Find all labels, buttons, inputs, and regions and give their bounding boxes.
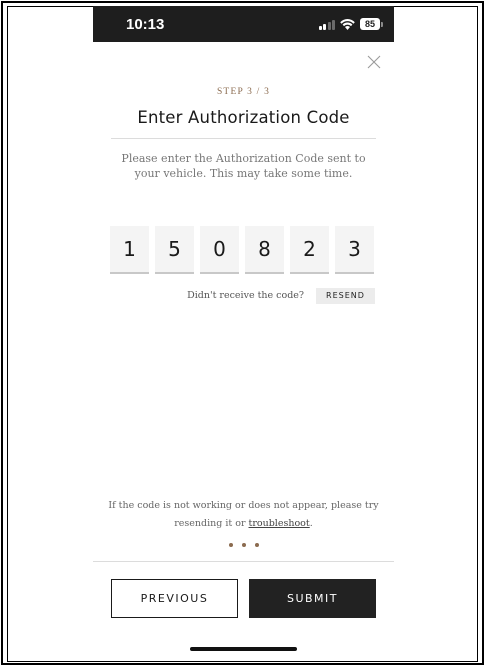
step-indicator: STEP 3 / 3: [216, 87, 271, 97]
status-bar: 10:13 85: [93, 6, 394, 42]
signal-icon: [318, 19, 335, 30]
code-digit-4[interactable]: 8: [245, 226, 284, 274]
battery-icon: 85: [360, 18, 383, 30]
code-digit-1[interactable]: 1: [110, 226, 149, 274]
code-digit-2[interactable]: 5: [155, 226, 194, 274]
resend-button[interactable]: RESEND: [316, 288, 375, 304]
instructions-text: Please enter the Authorization Code sent…: [121, 152, 366, 180]
previous-button[interactable]: PREVIOUS: [111, 579, 238, 618]
title-divider: [111, 138, 376, 139]
code-digit-6[interactable]: 3: [335, 226, 374, 274]
code-input-group: 1 5 0 8 2 3: [110, 226, 377, 274]
wifi-icon: [340, 15, 355, 34]
battery-level: 85: [360, 18, 380, 30]
page-title: Enter Authorization Code: [137, 108, 350, 127]
close-icon[interactable]: [367, 54, 381, 69]
resend-prompt: Didn't receive the code?: [187, 290, 304, 301]
help-text-suffix: .: [309, 518, 313, 529]
progress-dot: [254, 543, 259, 547]
help-text: If the code is not working or does not a…: [103, 497, 384, 533]
progress-dot: [241, 543, 246, 547]
footer-divider: [93, 561, 394, 562]
resend-row: Didn't receive the code? RESEND: [93, 288, 394, 304]
status-time: 10:13: [126, 16, 165, 33]
submit-button[interactable]: SUBMIT: [249, 579, 376, 618]
code-digit-3[interactable]: 0: [200, 226, 239, 274]
phone-screen: 10:13 85 STEP 3 / 3 Enter Authorization …: [93, 6, 394, 660]
status-icons: 85: [318, 15, 383, 34]
home-indicator[interactable]: [190, 647, 297, 651]
progress-dots: [93, 543, 394, 551]
help-text-prefix: If the code is not working or does not a…: [108, 500, 379, 529]
progress-dot: [228, 543, 233, 547]
troubleshoot-link[interactable]: troubleshoot: [249, 518, 310, 529]
code-digit-5[interactable]: 2: [290, 226, 329, 274]
